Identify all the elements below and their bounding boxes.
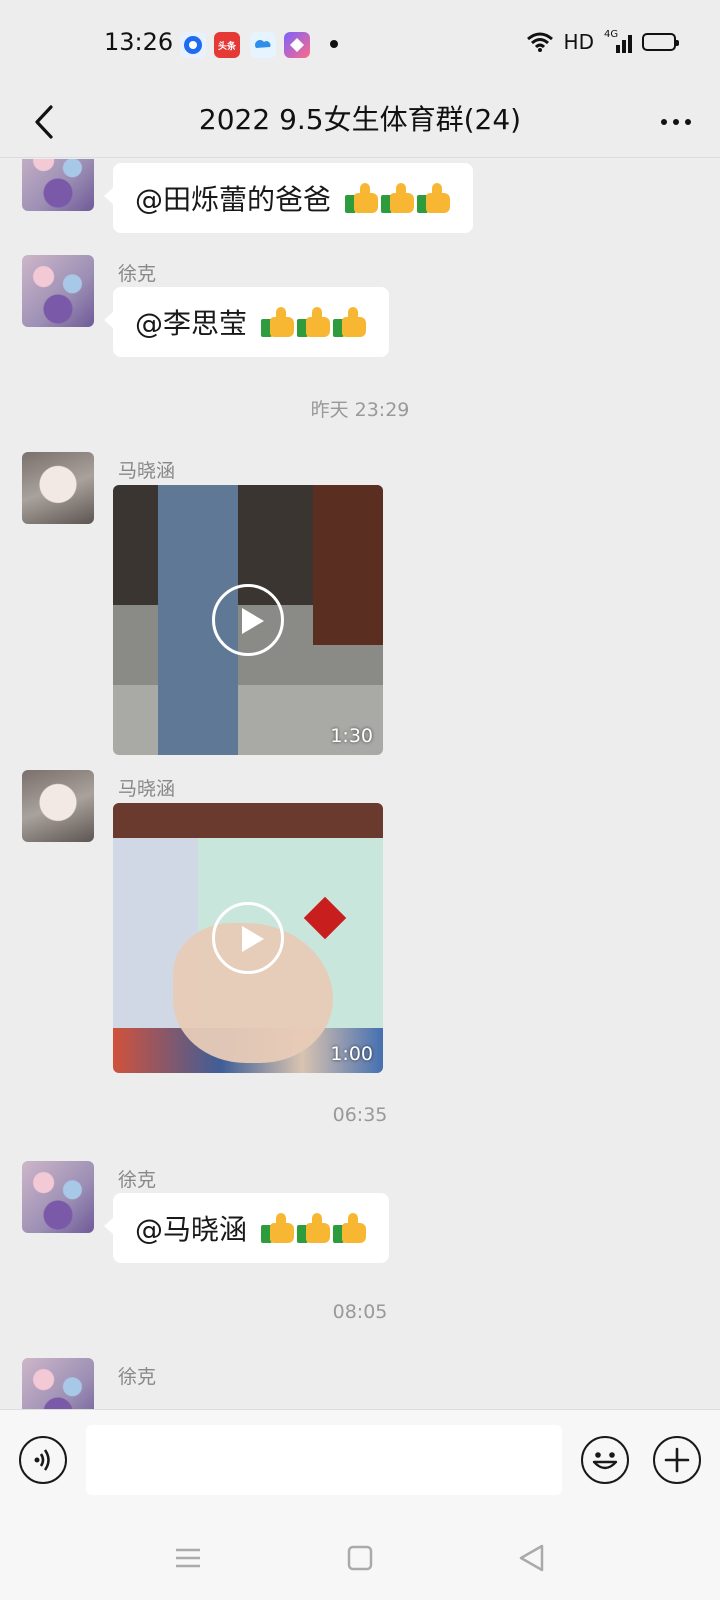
avatar[interactable] [22, 255, 94, 327]
sender-name: 徐克 [118, 1169, 157, 1191]
voice-button[interactable] [19, 1436, 67, 1484]
play-icon[interactable] [212, 584, 284, 656]
notification-dot [330, 40, 338, 48]
thumbs-up-emoji-group [261, 1213, 367, 1243]
avatar[interactable] [22, 159, 94, 211]
input-bar [0, 1409, 720, 1516]
system-back-button[interactable] [512, 1538, 552, 1578]
thumbs-up-icon [297, 1213, 331, 1243]
thumbs-up-icon [261, 307, 295, 337]
avatar[interactable] [22, 770, 94, 842]
smiley-icon [592, 1452, 618, 1470]
thumbs-up-icon [297, 307, 331, 337]
chat-title: 2022 9.5女生体育群(24) [198, 103, 522, 136]
sender-name: 马晓涵 [118, 460, 176, 482]
message-bubble[interactable]: @田烁蕾的爸爸 [103, 163, 474, 233]
signal-icon: 4G [604, 29, 632, 53]
plus-icon [664, 1447, 690, 1473]
voice-icon [34, 1449, 50, 1471]
shortcut-icon [284, 32, 310, 58]
sender-name: 徐克 [118, 1366, 157, 1388]
avatar[interactable] [22, 452, 94, 524]
battery-icon [642, 33, 679, 51]
status-right: HD 4G [526, 29, 679, 54]
more-button[interactable] [650, 96, 702, 148]
more-horizontal-icon [661, 119, 667, 125]
message-text: @马晓涵 [135, 1213, 248, 1246]
thumbs-up-icon [333, 1213, 367, 1243]
timestamp: 昨天 23:29 [310, 399, 410, 421]
thumbs-up-icon [381, 183, 415, 213]
menu-icon [176, 1548, 200, 1568]
message-text: @田烁蕾的爸爸 [135, 183, 332, 216]
thumbs-up-emoji-group [345, 183, 451, 213]
status-time: 13:26 [104, 28, 174, 56]
timestamp: 06:35 [332, 1104, 388, 1126]
sender-name: 徐克 [118, 263, 157, 285]
chat-header: 2022 9.5女生体育群(24) [0, 90, 720, 158]
decoration-icon [303, 896, 347, 940]
message-bubble[interactable]: @李思莹 [103, 287, 390, 357]
message-input[interactable] [86, 1425, 562, 1495]
back-triangle-icon [519, 1544, 544, 1572]
toutiao-icon: 头条 [214, 32, 240, 58]
video-duration: 1:30 [330, 725, 373, 747]
video-message[interactable]: 1:00 [113, 803, 383, 1073]
system-nav-bar [0, 1516, 720, 1600]
video-duration: 1:00 [330, 1043, 373, 1065]
cloud-icon [250, 32, 276, 58]
home-button[interactable] [340, 1538, 380, 1578]
avatar[interactable] [22, 1358, 94, 1409]
message-text: @李思莹 [135, 307, 248, 340]
message-bubble[interactable]: @马晓涵 [103, 1193, 390, 1263]
browser-icon [180, 32, 206, 58]
thumbs-up-icon [417, 183, 451, 213]
status-bar: 13:26 头条 HD 4G [0, 0, 720, 90]
timestamp: 08:05 [332, 1301, 388, 1323]
sender-name: 马晓涵 [118, 778, 176, 800]
wifi-icon [526, 32, 553, 52]
avatar[interactable] [22, 1161, 94, 1233]
network-label: HD [563, 30, 594, 54]
menu-button[interactable] [168, 1538, 208, 1578]
plus-button[interactable] [653, 1436, 701, 1484]
emoji-button[interactable] [581, 1436, 629, 1484]
thumbs-up-icon [333, 307, 367, 337]
home-icon [347, 1545, 373, 1571]
thumbs-up-emoji-group [261, 307, 367, 337]
play-icon[interactable] [212, 902, 284, 974]
video-message[interactable]: 1:30 [113, 485, 383, 755]
thumbs-up-icon [261, 1213, 295, 1243]
thumbs-up-icon [345, 183, 379, 213]
chat-message-list[interactable]: @田烁蕾的爸爸 徐克 @李思莹 昨天 23:29 马晓涵 1:30 马晓涵 1:… [0, 159, 720, 1409]
